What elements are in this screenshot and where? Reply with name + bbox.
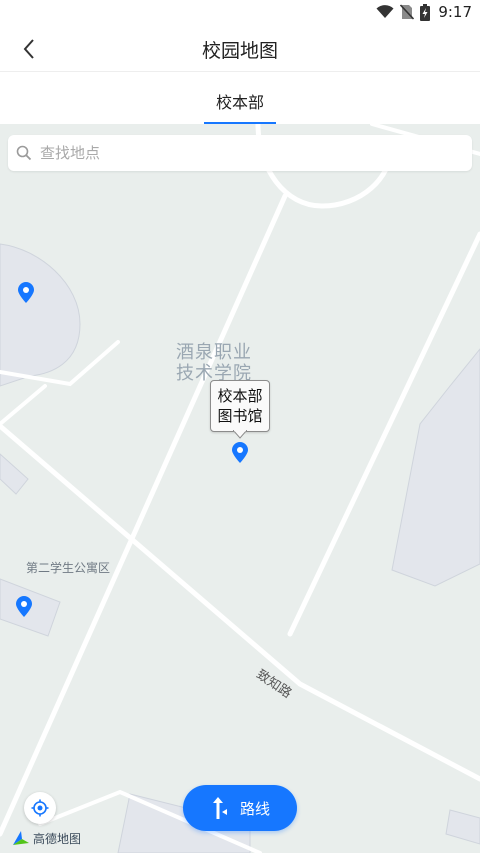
battery-charging-icon	[420, 3, 431, 21]
map-pin-icon[interactable]	[17, 282, 35, 304]
route-button-label: 路线	[239, 799, 270, 818]
logo-text: 高德地图	[33, 831, 82, 846]
map-pin-icon[interactable]	[15, 596, 33, 618]
callout-line1: 校本部	[217, 387, 263, 405]
map-pin-icon[interactable]	[231, 442, 249, 464]
tab-label: 校本部	[215, 93, 264, 112]
building-left-top	[0, 243, 81, 387]
tab-main-campus[interactable]: 校本部	[204, 73, 276, 124]
tab-bar: 校本部	[0, 73, 480, 124]
campus-name-label: 酒泉职业 技术学院	[176, 342, 252, 384]
locate-button[interactable]	[24, 792, 56, 824]
route-button[interactable]: 路线	[183, 785, 297, 831]
locate-icon	[31, 799, 49, 817]
building-right	[391, 348, 480, 587]
road-left-lower	[0, 384, 47, 426]
wifi-icon	[376, 5, 394, 18]
page-title: 校园地图	[201, 40, 278, 62]
dorm-area-label: 第二学生公寓区	[26, 561, 111, 575]
app-bar: 校园地图	[0, 24, 480, 72]
road-zhizhi	[0, 423, 480, 782]
status-bar: 9:17	[0, 0, 480, 24]
campus-name-line1: 酒泉职业	[176, 342, 252, 363]
search-input[interactable]	[40, 135, 460, 171]
status-time: 9:17	[438, 3, 472, 21]
no-sim-icon	[400, 4, 415, 20]
status-icons: 9:17	[376, 3, 472, 21]
callout-line2: 图书馆	[217, 407, 263, 425]
search-icon	[16, 145, 32, 161]
search-box[interactable]	[8, 135, 472, 171]
map-view[interactable]: 酒泉职业 技术学院 第二学生公寓区 致知路 校本部 图书馆	[0, 124, 480, 853]
building-left-strip	[0, 453, 29, 495]
building-bottom-right	[445, 809, 480, 845]
marker-callout[interactable]: 校本部 图书馆	[210, 380, 270, 432]
route-arrow-icon	[212, 797, 227, 819]
callout-tail	[233, 430, 247, 439]
amap-logo-icon	[13, 831, 29, 845]
map-base-layer	[0, 124, 480, 853]
map-provider-logo: 高德地图	[12, 828, 81, 848]
